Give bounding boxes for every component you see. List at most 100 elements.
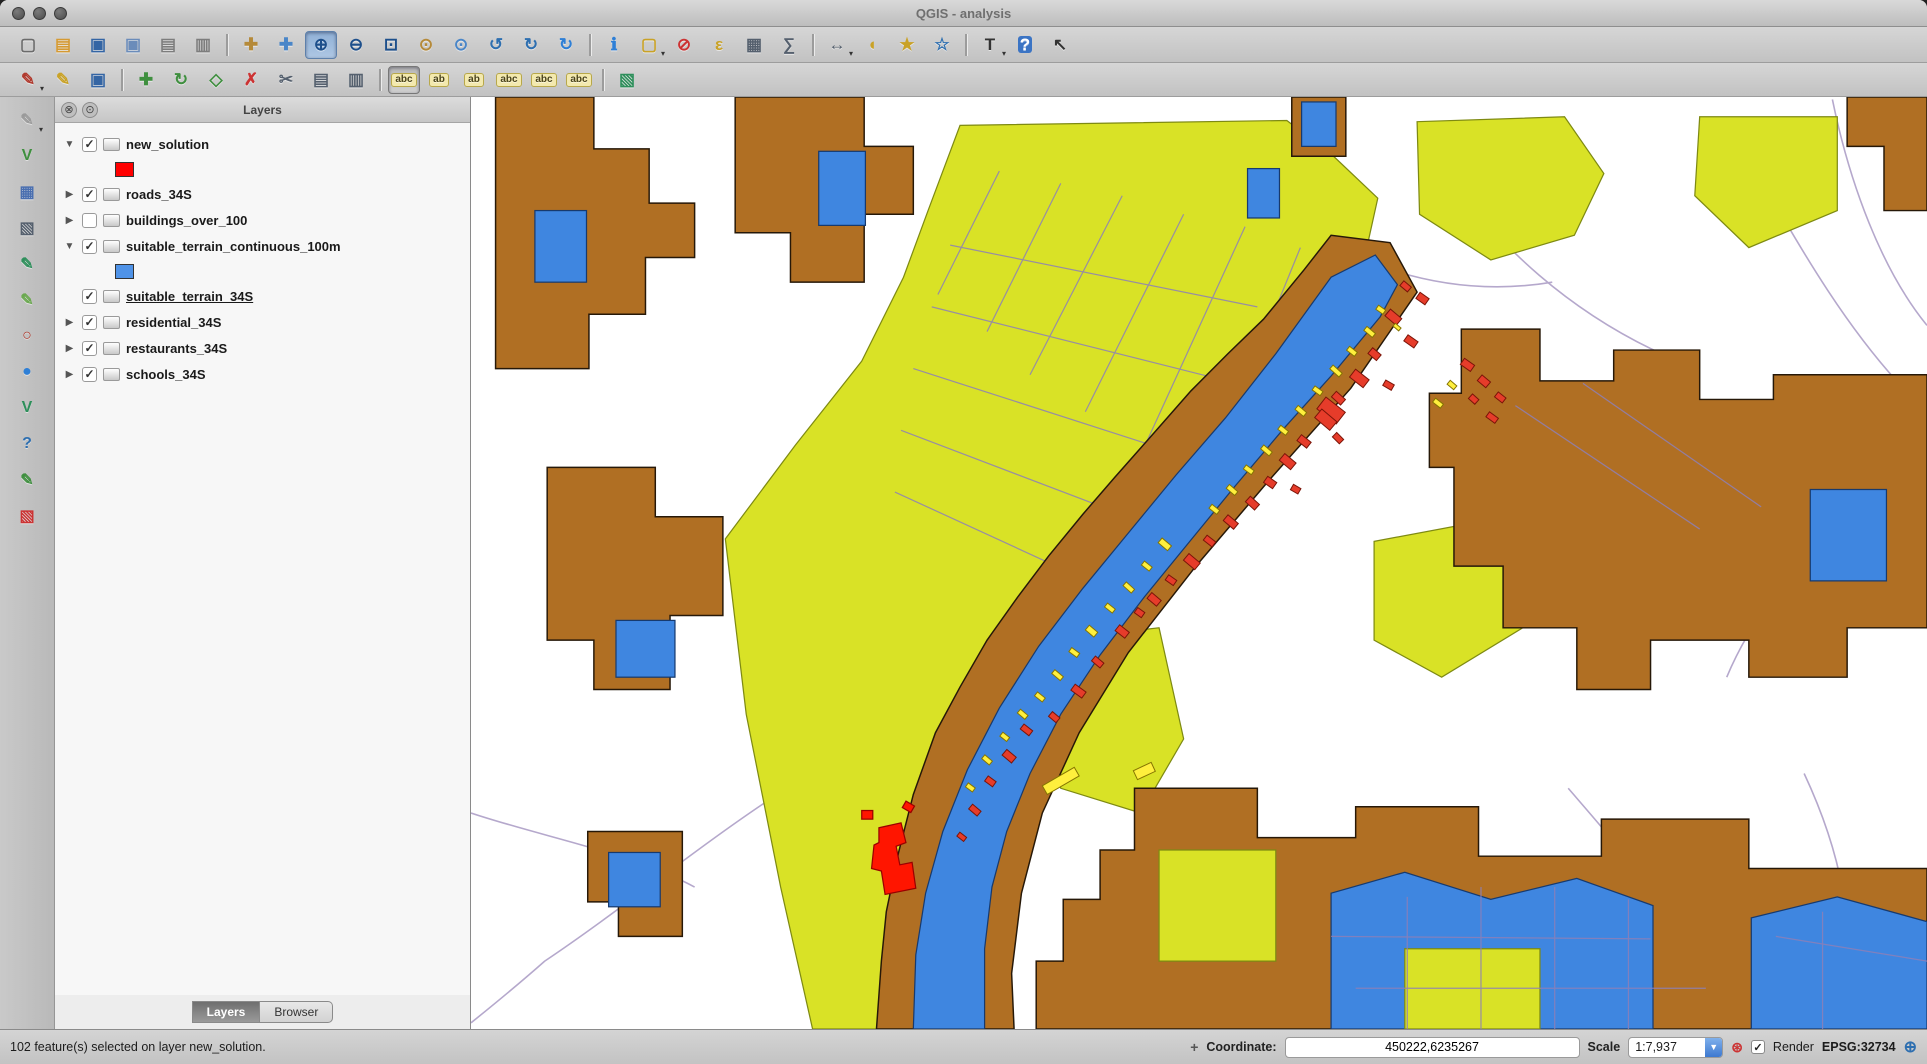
layer-checkbox[interactable] <box>82 315 97 330</box>
save-project-as-icon[interactable]: ▣ <box>117 31 149 59</box>
zoom-button[interactable] <box>54 7 67 20</box>
toolbar-separator[interactable] <box>226 34 228 56</box>
map-refresh-icon[interactable]: ↻ <box>550 31 582 59</box>
rotate-feature-icon[interactable]: ↻ <box>165 66 197 94</box>
open-project-icon[interactable]: ▤ <box>47 31 79 59</box>
coordinate-input[interactable] <box>1285 1037 1580 1058</box>
map-tips-icon[interactable]: ◖ <box>856 31 888 59</box>
render-checkbox[interactable] <box>1751 1040 1765 1054</box>
close-panel-button[interactable]: ⊗ <box>61 102 77 118</box>
pan-to-selection-icon[interactable]: ✚ <box>270 31 302 59</box>
label-pin-icon[interactable]: ab <box>458 66 490 94</box>
text-annotation-icon[interactable]: T ▾ <box>974 31 1006 59</box>
label-toggle-icon[interactable]: abc <box>388 66 420 94</box>
label-move-icon[interactable]: ab <box>423 66 455 94</box>
advanced-digitizing-icon[interactable]: ✎ ▾ <box>10 105 44 134</box>
layer-checkbox[interactable] <box>82 239 97 254</box>
cut-features-icon[interactable]: ✂ <box>270 66 302 94</box>
expander-icon[interactable]: ▼ <box>63 241 76 252</box>
save-layer-edits-icon[interactable]: ▣ <box>82 66 114 94</box>
toolbar-separator[interactable] <box>602 69 604 91</box>
expander-icon[interactable]: ▼ <box>63 139 76 150</box>
pan-map-icon[interactable]: ✚ <box>235 31 267 59</box>
zoom-last-icon[interactable]: ↺ <box>480 31 512 59</box>
toolbar-separator[interactable] <box>812 34 814 56</box>
whats-this-icon[interactable]: ↖ <box>1044 31 1076 59</box>
layer-row-suitable-terrain-continuous[interactable]: ▼ suitable_terrain_continuous_100m <box>63 233 470 259</box>
layer-checkbox[interactable] <box>82 137 97 152</box>
layer-row-residential-34s[interactable]: ▶ residential_34S <box>63 309 470 335</box>
toggle-editing-icon[interactable]: ✎ <box>47 66 79 94</box>
new-bookmark-icon[interactable]: ★ <box>891 31 923 59</box>
add-raster-layer-icon[interactable]: ▦ <box>10 177 44 206</box>
toolbar-separator[interactable] <box>121 69 123 91</box>
layer-row-roads-34s[interactable]: ▶ roads_34S <box>63 181 470 207</box>
zoom-in-icon[interactable]: ⊕ <box>305 31 337 59</box>
help-contents-icon[interactable]: ? <box>10 429 44 458</box>
current-edits-icon[interactable]: ✎ ▾ <box>12 66 44 94</box>
deselect-features-icon[interactable]: ⊘ <box>668 31 700 59</box>
expander-icon[interactable]: ▶ <box>63 189 76 200</box>
expander-icon[interactable]: ▶ <box>63 343 76 354</box>
paste-features-icon[interactable]: ▥ <box>340 66 372 94</box>
layer-checkbox[interactable] <box>82 187 97 202</box>
select-by-expression-icon[interactable]: ε <box>703 31 735 59</box>
toolbar-separator[interactable] <box>379 69 381 91</box>
zoom-to-selection-icon[interactable]: ⊙ <box>410 31 442 59</box>
node-tool-icon[interactable]: ◇ <box>200 66 232 94</box>
float-panel-button[interactable]: ⊙ <box>82 102 98 118</box>
label-properties-icon[interactable]: abc <box>563 66 595 94</box>
help-icon[interactable]: ? <box>1009 31 1041 59</box>
measure-icon[interactable]: ↔ ▾ <box>821 31 853 59</box>
map-canvas[interactable] <box>471 97 1927 1029</box>
save-project-icon[interactable]: ▣ <box>82 31 114 59</box>
zoom-full-icon[interactable]: ⊡ <box>375 31 407 59</box>
clip-tool-icon[interactable]: ▧ <box>10 501 44 530</box>
layer-row-new-solution[interactable]: ▼ new_solution <box>63 131 470 157</box>
tab-browser[interactable]: Browser <box>260 1001 333 1023</box>
layer-checkbox[interactable] <box>82 289 97 304</box>
layer-checkbox[interactable] <box>82 367 97 382</box>
processing-toolbox-icon[interactable]: ▧ <box>611 66 643 94</box>
layer-row-buildings-over-100[interactable]: ▶ buildings_over_100 <box>63 207 470 233</box>
zoom-to-layer-icon[interactable]: ⊙ <box>445 31 477 59</box>
crs-status-icon[interactable]: ⊕ <box>1904 1037 1917 1057</box>
layer-row-suitable-terrain-34s[interactable]: suitable_terrain_34S <box>63 283 470 309</box>
label-show-hide-icon[interactable]: abc <box>493 66 525 94</box>
expander-icon[interactable]: ▶ <box>63 215 76 226</box>
show-bookmarks-icon[interactable]: ☆ <box>926 31 958 59</box>
vector-analysis-icon[interactable]: V <box>10 393 44 422</box>
label-rotate-icon[interactable]: abc <box>528 66 560 94</box>
scale-combo-arrow-icon[interactable]: ▼ <box>1705 1038 1722 1057</box>
annotation-tool-icon[interactable]: ✎ <box>10 249 44 278</box>
expander-icon[interactable]: ▶ <box>63 317 76 328</box>
toolbar-separator[interactable] <box>589 34 591 56</box>
zoom-next-icon[interactable]: ↻ <box>515 31 547 59</box>
layer-row-schools-34s[interactable]: ▶ schools_34S <box>63 361 470 387</box>
new-print-composer-icon[interactable]: ▤ <box>152 31 184 59</box>
field-calculator-icon[interactable]: ∑ <box>773 31 805 59</box>
expander-icon[interactable]: ▶ <box>63 369 76 380</box>
move-feature-icon[interactable]: ✚ <box>130 66 162 94</box>
web-plugin-icon[interactable]: ○ <box>10 321 44 350</box>
tab-layers[interactable]: Layers <box>192 1001 261 1023</box>
select-features-icon[interactable]: ▢ ▾ <box>633 31 665 59</box>
delete-selected-icon[interactable]: ✗ <box>235 66 267 94</box>
new-project-icon[interactable]: ▢ <box>12 31 44 59</box>
zoom-out-icon[interactable]: ⊖ <box>340 31 372 59</box>
quick-draw-icon[interactable]: ✎ <box>10 465 44 494</box>
style-manager-icon[interactable]: ✎ <box>10 285 44 314</box>
identify-features-icon[interactable]: ℹ <box>598 31 630 59</box>
close-button[interactable] <box>12 7 25 20</box>
copy-features-icon[interactable]: ▤ <box>305 66 337 94</box>
layer-checkbox[interactable] <box>82 341 97 356</box>
attribute-table-icon[interactable]: ▦ <box>738 31 770 59</box>
composer-manager-icon[interactable]: ▥ <box>187 31 219 59</box>
minimize-button[interactable] <box>33 7 46 20</box>
scale-combo[interactable]: 1:7,937 ▼ <box>1628 1037 1723 1058</box>
mouse-tracking-icon[interactable]: + <box>1190 1039 1198 1055</box>
stop-render-icon[interactable]: ⊛ <box>1731 1039 1743 1056</box>
toolbar-separator[interactable] <box>965 34 967 56</box>
add-vector-layer-icon[interactable]: V <box>10 141 44 170</box>
layer-row-restaurants-34s[interactable]: ▶ restaurants_34S <box>63 335 470 361</box>
